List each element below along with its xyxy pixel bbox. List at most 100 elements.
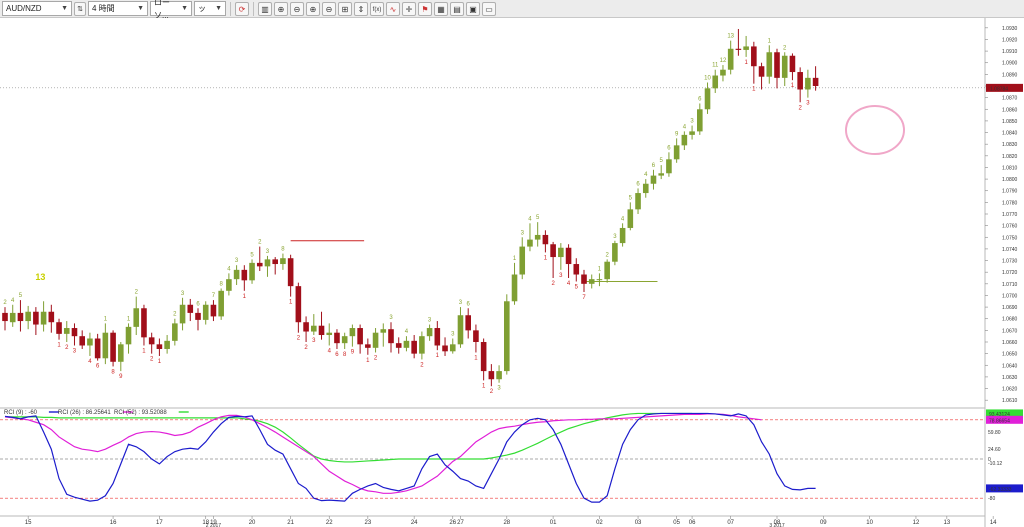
grid-icon[interactable]: ▦ bbox=[434, 1, 448, 16]
candle-body bbox=[720, 69, 726, 76]
candle-body bbox=[264, 259, 271, 267]
candle-body bbox=[280, 258, 286, 265]
rci-legend-label: RCI (52) : 93.52088 bbox=[114, 410, 167, 416]
candle-body bbox=[619, 227, 626, 244]
fit-icon[interactable]: ⊞ bbox=[338, 1, 352, 16]
candle-body bbox=[226, 279, 232, 291]
rci-legend-label: RCI (26) : 86.25641 bbox=[58, 410, 111, 416]
candle-body bbox=[272, 259, 278, 265]
toolbar: AUD/NZD▼ ⇅ 4 時間▼ ローソ...▼ ピッチ▼ ⟳ ▥ ⊕ ⊖ ⊕ … bbox=[0, 0, 1024, 26]
price-chart[interactable]: 1.09301.09201.09101.09001.08901.08801.08… bbox=[0, 18, 1024, 527]
candle-body bbox=[704, 88, 711, 110]
candle-body bbox=[588, 279, 595, 284]
timeframe-select[interactable]: 4 時間 ▼ bbox=[88, 1, 148, 16]
bar-chart-icon[interactable]: ▥ bbox=[258, 1, 272, 16]
price-tick-label: 1.0920 bbox=[1002, 37, 1018, 43]
refresh-icon[interactable]: ⟳ bbox=[235, 1, 249, 16]
candle-body bbox=[627, 209, 634, 228]
price-tick-label: 1.0900 bbox=[1002, 61, 1018, 67]
rci-short-tag-value: -62.33333 bbox=[989, 487, 1012, 493]
date-label: 27 bbox=[457, 520, 464, 526]
timeframe-value: 4 時間 bbox=[92, 4, 115, 13]
candle-body bbox=[743, 46, 749, 50]
print-icon[interactable]: ▭ bbox=[482, 1, 496, 16]
candle-body bbox=[40, 311, 47, 325]
flag-icon[interactable]: ⚑ bbox=[418, 1, 432, 16]
sequence-label: 11 bbox=[712, 63, 719, 69]
sequence-label: 12 bbox=[720, 58, 727, 64]
candle-body bbox=[318, 325, 325, 336]
candle-body bbox=[681, 134, 688, 146]
candle-body bbox=[596, 279, 603, 281]
scroll-icon[interactable]: ⇕ bbox=[354, 1, 368, 16]
date-label: 28 bbox=[503, 520, 510, 526]
date-label: 24 bbox=[411, 520, 418, 526]
candle-body bbox=[511, 274, 518, 302]
candle-body bbox=[118, 344, 124, 362]
price-tick-label: 1.0640 bbox=[1002, 363, 1018, 369]
price-tick-label: 1.0730 bbox=[1002, 259, 1018, 265]
price-tick-label: 1.0830 bbox=[1002, 142, 1018, 148]
candle-body bbox=[434, 328, 441, 346]
candle-body bbox=[581, 274, 587, 284]
candle-body bbox=[812, 77, 819, 86]
chart-type-select[interactable]: ローソ... ▼ bbox=[150, 0, 192, 20]
spacing-select[interactable]: ピッチ▼ bbox=[194, 1, 226, 26]
candle-body bbox=[110, 332, 116, 362]
crosshair-icon[interactable]: ✛ bbox=[402, 1, 416, 16]
candle-body bbox=[519, 246, 526, 275]
date-label: 09 bbox=[820, 520, 827, 526]
rci-short-line bbox=[4, 412, 816, 503]
candle-body bbox=[311, 325, 317, 332]
candle-body bbox=[233, 269, 240, 280]
candle-body bbox=[496, 371, 502, 380]
month-label: 2 2017 bbox=[206, 523, 222, 527]
zoom-out-alt-icon[interactable]: ⊖ bbox=[322, 1, 336, 16]
rci-axis-label: -80 bbox=[988, 496, 995, 502]
candle-body bbox=[797, 72, 803, 90]
zoom-in-alt-icon[interactable]: ⊕ bbox=[306, 1, 320, 16]
date-label: 13 bbox=[943, 520, 950, 526]
zoom-out-icon[interactable]: ⊖ bbox=[290, 1, 304, 16]
candle-body bbox=[341, 336, 348, 344]
candle-body bbox=[164, 340, 170, 349]
date-label: 21 bbox=[287, 520, 294, 526]
candle-body bbox=[195, 312, 201, 320]
candle-body bbox=[542, 234, 549, 245]
candle-body bbox=[141, 308, 147, 338]
candle-body bbox=[365, 344, 371, 348]
price-tick-label: 1.0820 bbox=[1002, 154, 1018, 160]
save-icon[interactable]: ▣ bbox=[466, 1, 480, 16]
link-icon[interactable]: ⇅ bbox=[74, 1, 86, 16]
month-label: 3 2017 bbox=[769, 523, 785, 527]
price-tick-label: 1.0680 bbox=[1002, 317, 1018, 323]
candle-body bbox=[187, 304, 194, 313]
candle-body bbox=[395, 343, 402, 348]
candle-body bbox=[94, 338, 101, 359]
price-tick-label: 1.0930 bbox=[1002, 26, 1018, 32]
candle-body bbox=[805, 77, 811, 90]
toolbar-separator bbox=[230, 1, 231, 16]
candle-body bbox=[172, 323, 178, 341]
candle-body bbox=[33, 311, 39, 325]
date-label: 06 bbox=[689, 520, 696, 526]
chart-area[interactable]: 1.09301.09201.09101.09001.08901.08801.08… bbox=[0, 18, 1024, 527]
candle-body bbox=[697, 109, 703, 132]
template-icon[interactable]: ▤ bbox=[450, 1, 464, 16]
candle-body bbox=[156, 344, 163, 349]
price-tick-label: 1.0750 bbox=[1002, 235, 1018, 241]
candle-body bbox=[442, 345, 448, 352]
indicator-icon[interactable]: f(x) bbox=[370, 1, 384, 16]
date-label: 23 bbox=[364, 520, 371, 526]
rci-axis-label: 59.80 bbox=[988, 430, 1001, 436]
candle-body bbox=[287, 258, 294, 287]
price-tick-label: 1.0780 bbox=[1002, 200, 1018, 206]
candle-body bbox=[565, 247, 572, 265]
price-tick-label: 1.0740 bbox=[1002, 247, 1018, 253]
symbol-select[interactable]: AUD/NZD ▼ bbox=[2, 1, 72, 16]
candle-body bbox=[612, 243, 618, 262]
fib-icon[interactable]: ∿ bbox=[386, 1, 400, 16]
zoom-in-icon[interactable]: ⊕ bbox=[274, 1, 288, 16]
candle-body bbox=[388, 329, 394, 344]
candle-body bbox=[465, 315, 471, 331]
